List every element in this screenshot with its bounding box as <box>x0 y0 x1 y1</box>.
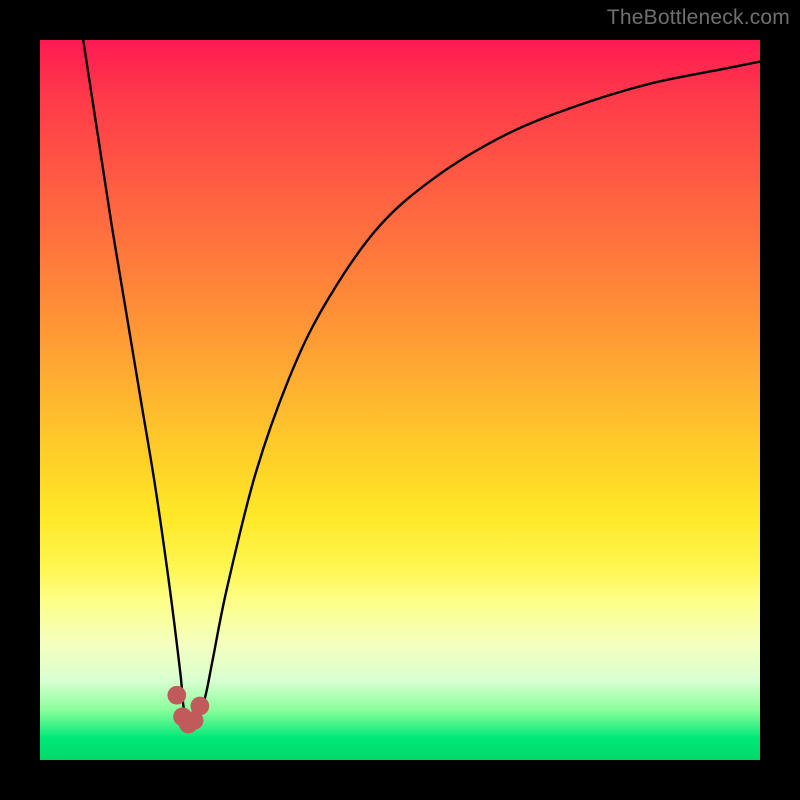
trough-markers <box>167 686 209 734</box>
trough-marker <box>190 697 209 716</box>
curve-svg <box>40 40 760 760</box>
trough-marker <box>167 686 186 705</box>
chart-frame: TheBottleneck.com <box>0 0 800 800</box>
watermark-label: TheBottleneck.com <box>607 6 790 30</box>
curve-path <box>83 40 760 724</box>
plot-area <box>40 40 760 760</box>
